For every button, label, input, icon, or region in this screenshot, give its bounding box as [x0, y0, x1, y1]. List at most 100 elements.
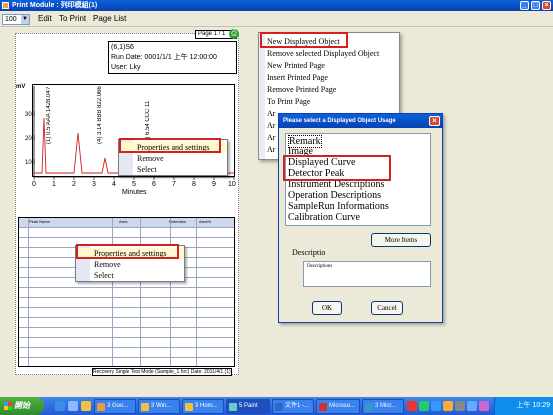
peak-label: (7) 6.54 CCC 11 [145, 100, 151, 144]
task-button[interactable]: 3 Hom... [182, 399, 224, 414]
system-tray: 上午 10:29 [494, 397, 553, 415]
table-column-divider [112, 218, 113, 366]
x-tick-label: 3 [92, 181, 96, 188]
x-tick-label: 6 [152, 181, 156, 188]
highlight-box [76, 244, 179, 259]
menu-edit[interactable]: Edit [38, 14, 52, 24]
x-axis-label: Minutes [122, 189, 147, 196]
menu-item-ar[interactable]: Ar [267, 120, 275, 131]
task-button[interactable]: 3 Micr... [362, 399, 404, 414]
x-tick-marks [33, 177, 235, 180]
menu-item-select[interactable]: Select [76, 270, 184, 281]
tray-icon[interactable] [467, 401, 477, 411]
x-tick-label: 5 [132, 181, 136, 188]
run-info-line: User: Lky [111, 64, 141, 71]
listbox-scrollbar[interactable]: ▲ ▼ [430, 134, 431, 225]
tray-icon[interactable] [419, 401, 429, 411]
folder-icon [141, 403, 149, 411]
peak-label: (1) 0.5 AAA 1428.04? [46, 86, 52, 144]
peak-table[interactable] [18, 217, 235, 367]
task-label: 3 Goo... [107, 403, 129, 409]
run-info-box[interactable]: (6,1)S6 Run Date: 0001/1/1 上午 12:00:00 U… [108, 41, 237, 74]
ie-icon[interactable] [55, 401, 65, 411]
tray-icon[interactable] [443, 401, 453, 411]
task-label: Microso... [329, 403, 356, 409]
menu-item-to-print-page[interactable]: To Print Page [267, 96, 310, 107]
table-row [19, 287, 234, 288]
tray-icon[interactable] [455, 401, 465, 411]
chevron-down-icon[interactable]: ▼ [21, 15, 29, 24]
task-button[interactable]: 3 Win... [138, 399, 180, 414]
menu-to-print[interactable]: To Print [59, 14, 86, 24]
y-tick-label: 300 [25, 112, 36, 118]
table-header: Peak Name Area Retention Area% [19, 218, 234, 227]
x-tick-label: 2 [72, 181, 76, 188]
start-label: 開始 [14, 401, 30, 410]
menu-item-remove-printed-page[interactable]: Remove Printed Page [267, 84, 336, 95]
x-tick-label: 10 [228, 181, 236, 188]
x-tick-label: 9 [212, 181, 216, 188]
tray-icon[interactable] [431, 401, 441, 411]
task-label: 5 Paint [239, 403, 258, 409]
list-item[interactable]: Calibration Curve [288, 212, 360, 223]
task-button[interactable]: 文件1 -... [272, 399, 314, 414]
zoom-value: 100 [5, 16, 17, 23]
minimize-button[interactable]: _ [520, 1, 529, 10]
menu-item-remove-displayed-object[interactable]: Remove selected Displayed Object [267, 48, 379, 59]
table-row [19, 357, 234, 358]
x-tick-label: 1 [52, 181, 56, 188]
cancel-button[interactable]: Cancel [371, 301, 403, 315]
start-button[interactable]: 開始 [0, 397, 44, 415]
task-button[interactable]: 3 Goo... [94, 399, 136, 414]
explorer-icon[interactable] [81, 401, 91, 411]
table-row [19, 307, 234, 308]
menu-item-new-printed-page[interactable]: New Printed Page [267, 60, 325, 71]
y-tick-label: 200 [25, 136, 36, 142]
dialog-titlebar: Please select a Displayed Object Usage × [279, 114, 442, 128]
description-field[interactable]: Descriptions [303, 261, 431, 287]
menu-item-ar[interactable]: Ar [267, 108, 275, 119]
description-label: Descriptio [292, 248, 326, 257]
menu-page-list[interactable]: Page List [93, 14, 126, 24]
close-button[interactable]: × [542, 1, 551, 10]
menu-item-remove[interactable]: Remove [76, 259, 184, 270]
x-tick-label: 0 [32, 181, 36, 188]
table-column-divider [196, 218, 197, 366]
x-tick-label: 4 [112, 181, 116, 188]
menu-item-remove[interactable]: Remove [119, 153, 227, 164]
app-icon [365, 403, 373, 411]
menu-item-ar[interactable]: Ar [267, 132, 275, 143]
zoom-select[interactable]: 100 ▼ [2, 14, 30, 25]
task-button[interactable]: 5 Paint [226, 399, 270, 414]
word-icon [275, 403, 283, 411]
table-row [19, 347, 234, 348]
ok-button[interactable]: OK [312, 301, 342, 315]
menu-item-ar[interactable]: Ar [267, 144, 275, 155]
table-header-cell: Peak Name [29, 219, 50, 224]
task-label: 3 Win... [151, 403, 172, 409]
tray-icon[interactable] [479, 401, 489, 411]
more-items-button[interactable]: More Items [371, 233, 431, 247]
show-desktop-icon[interactable] [68, 401, 78, 411]
task-label: 3 Hom... [195, 403, 218, 409]
table-row [19, 327, 234, 328]
list-item[interactable]: Operation Descriptions [288, 190, 381, 201]
menu-item-select[interactable]: Select [119, 164, 227, 175]
menu-item-insert-printed-page[interactable]: Insert Printed Page [267, 72, 328, 83]
list-item[interactable]: SampleRun Informations [288, 201, 389, 212]
dialog-close-button[interactable]: × [429, 116, 440, 126]
x-tick-label: 8 [192, 181, 196, 188]
app-icon [319, 403, 327, 411]
clock: 上午 10:29 [516, 402, 550, 409]
y-axis-label: mV [16, 84, 26, 90]
print-icon[interactable]: ⎙ [229, 29, 239, 39]
task-label: 文件1 -... [285, 403, 310, 409]
run-info-line: (6,1)S6 [111, 44, 134, 51]
table-column-divider [28, 218, 29, 366]
menu-gutter [259, 33, 265, 159]
tray-icon[interactable] [407, 401, 417, 411]
task-button[interactable]: Microso... [316, 399, 360, 414]
select-object-dialog: Please select a Displayed Object Usage ×… [278, 113, 443, 323]
table-header-cell: Retention [169, 219, 187, 224]
maximize-button[interactable]: □ [531, 1, 540, 10]
